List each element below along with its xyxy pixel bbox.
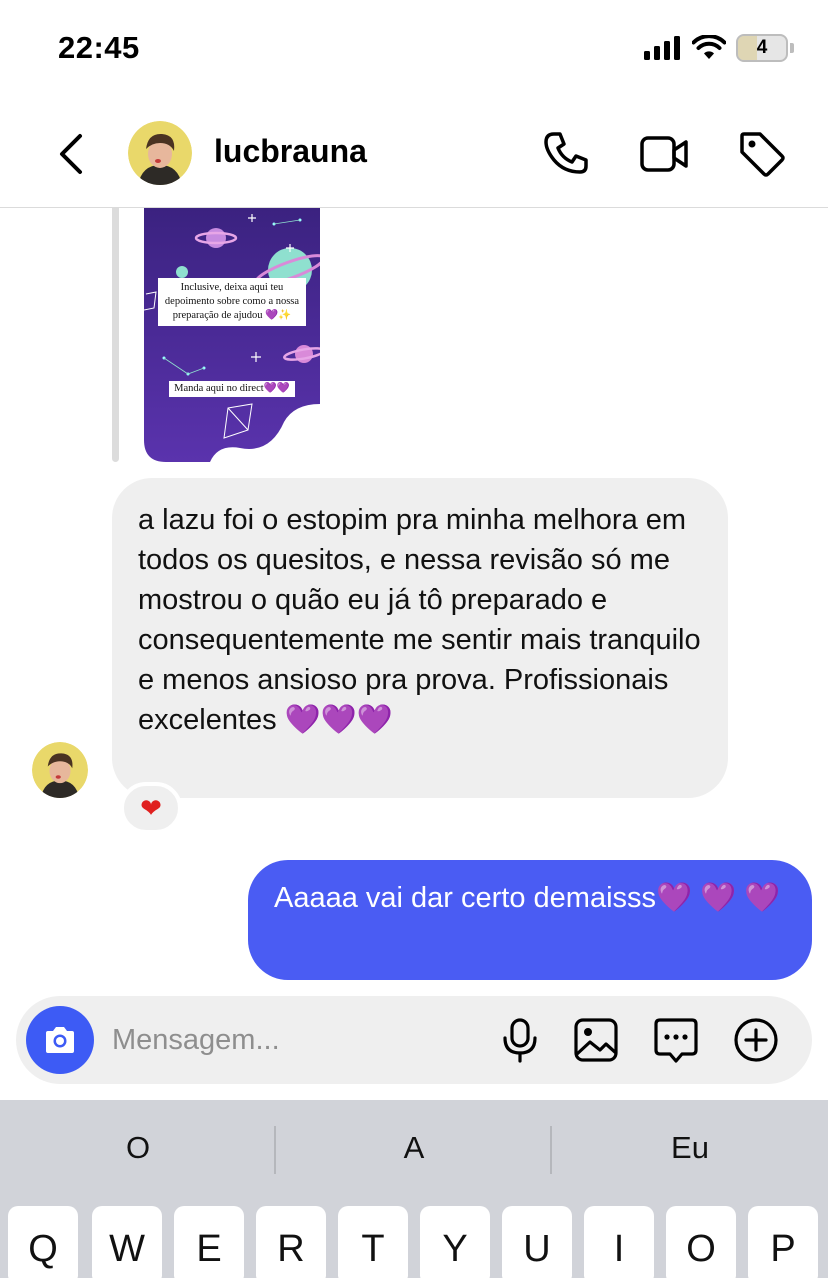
key-w[interactable]: W	[92, 1206, 162, 1278]
video-call-icon[interactable]	[638, 128, 690, 180]
camera-button[interactable]	[26, 1006, 94, 1074]
key-q[interactable]: Q	[8, 1206, 78, 1278]
key-p[interactable]: P	[748, 1206, 818, 1278]
chat-header: lucbrauna	[0, 100, 828, 208]
back-button[interactable]	[52, 130, 92, 178]
sticker-chat-icon[interactable]	[652, 1016, 700, 1064]
status-time: 22:45	[58, 30, 140, 65]
key-r[interactable]: R	[256, 1206, 326, 1278]
status-icons: 4	[644, 34, 794, 62]
status-bar: 22:45 4	[0, 0, 828, 100]
reply-indicator-line	[112, 208, 119, 462]
suggestion-2[interactable]: A	[276, 1130, 552, 1166]
add-icon[interactable]	[732, 1016, 780, 1064]
shared-story-card[interactable]: Inclusive, deixa aqui teu depoimento sob…	[144, 208, 320, 462]
sender-avatar[interactable]	[32, 742, 88, 798]
suggestion-1[interactable]: O	[0, 1130, 276, 1166]
received-message-bubble[interactable]: a lazu foi o estopim pra minha melhora e…	[112, 478, 728, 798]
message-input[interactable]	[112, 1018, 482, 1062]
microphone-icon[interactable]	[496, 1016, 544, 1064]
wifi-icon	[692, 35, 726, 59]
story-artwork	[144, 208, 320, 462]
story-caption-main: Inclusive, deixa aqui teu depoimento sob…	[158, 278, 306, 326]
suggestion-3[interactable]: Eu	[552, 1130, 828, 1166]
story-caption-cta: Manda aqui no direct💜💜	[169, 381, 295, 397]
key-t[interactable]: T	[338, 1206, 408, 1278]
key-o[interactable]: O	[666, 1206, 736, 1278]
gallery-icon[interactable]	[572, 1016, 620, 1064]
key-y[interactable]: Y	[420, 1206, 490, 1278]
battery-level: 4	[756, 37, 768, 58]
message-composer	[16, 996, 812, 1084]
cellular-signal-icon	[644, 36, 680, 60]
keyboard: O A Eu Q W E R T Y U I O P	[0, 1100, 828, 1278]
tag-icon[interactable]	[736, 128, 788, 180]
battery-tip	[790, 43, 794, 53]
battery-icon: 4	[736, 34, 788, 62]
heart-reaction[interactable]: ❤	[120, 782, 182, 834]
key-e[interactable]: E	[174, 1206, 244, 1278]
battery-fill	[738, 36, 758, 60]
key-i[interactable]: I	[584, 1206, 654, 1278]
contact-avatar[interactable]	[128, 121, 192, 185]
phone-call-icon[interactable]	[540, 128, 592, 180]
key-u[interactable]: U	[502, 1206, 572, 1278]
keyboard-suggestions: O A Eu	[0, 1100, 828, 1196]
sent-message-bubble[interactable]: Aaaaa vai dar certo demaisss💜 💜 💜	[248, 860, 812, 980]
camera-icon	[46, 1027, 74, 1053]
contact-username[interactable]: lucbrauna	[214, 133, 367, 170]
